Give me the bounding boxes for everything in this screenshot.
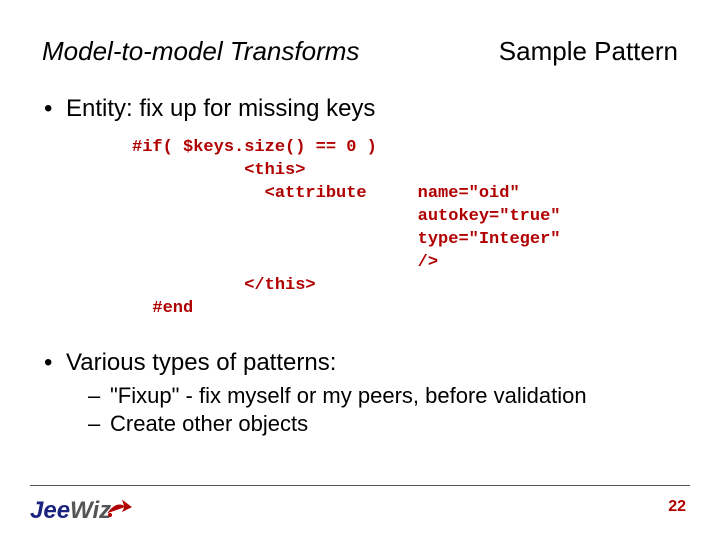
title-bar: Model-to-model Transforms Sample Pattern: [42, 36, 678, 67]
code-block: #if( $keys.size() == 0 ) <this> <attribu…: [132, 137, 678, 321]
logo-swoosh-icon: [107, 497, 133, 526]
bullet-patterns-text: Various types of patterns:: [66, 349, 336, 376]
logo: JeeWiz: [30, 497, 133, 526]
page-number: 22: [668, 498, 686, 516]
footer-divider: [30, 485, 690, 486]
logo-text-jee: Jee: [30, 497, 70, 524]
sub-bullet-fixup: "Fixup" - fix myself or my peers, before…: [88, 383, 678, 409]
sub-bullet-list: "Fixup" - fix myself or my peers, before…: [88, 383, 678, 437]
bullet-patterns: Various types of patterns: "Fixup" - fix…: [42, 349, 678, 437]
bullet-list: Entity: fix up for missing keys: [42, 95, 678, 123]
title-right: Sample Pattern: [499, 36, 678, 67]
title-left: Model-to-model Transforms: [42, 36, 359, 67]
sub-bullet-create: Create other objects: [88, 411, 678, 437]
bullet-entity: Entity: fix up for missing keys: [42, 95, 678, 123]
bullet-list-2: Various types of patterns: "Fixup" - fix…: [42, 349, 678, 437]
logo-text-wiz: Wiz: [70, 497, 111, 524]
slide: Model-to-model Transforms Sample Pattern…: [0, 0, 720, 540]
